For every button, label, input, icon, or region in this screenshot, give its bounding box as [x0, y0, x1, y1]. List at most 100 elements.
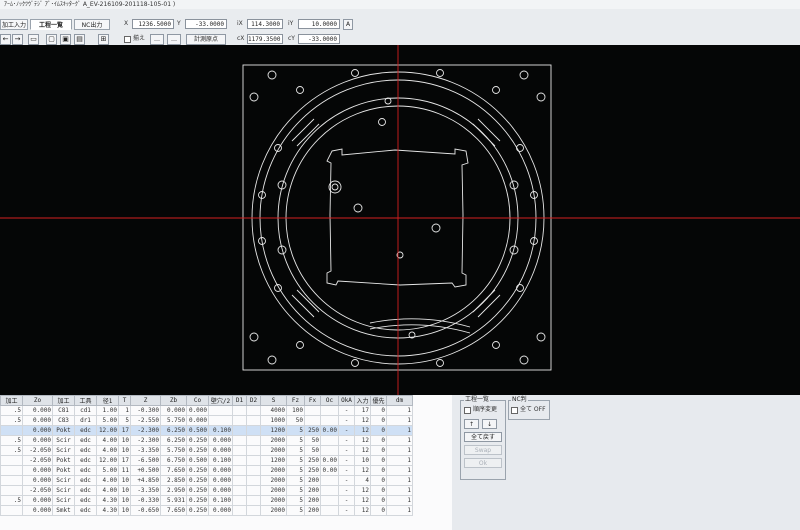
all-off-label: 全て OFF: [520, 406, 546, 413]
table-cell: -: [338, 435, 355, 446]
table-cell: C83: [52, 415, 75, 426]
column-header[interactable]: Z: [130, 395, 161, 406]
align-checkbox[interactable]: [124, 36, 131, 43]
table-cell: 200: [304, 505, 321, 516]
column-header[interactable]: D1: [232, 395, 247, 406]
process-table-area: 加工 Zo 加工 工具 径1 T Z Zb Co 壁穴/2 D1 D2 S Fz Fx Oc OkA 入力 優先 dm…: [0, 395, 452, 530]
table-cell: 250: [304, 455, 321, 466]
table-row[interactable]: 0.000 Pokt edc 12.00 17 -2.300 6.250 0.500 0.100…: [0, 425, 413, 436]
cad-drawing: [0, 45, 800, 395]
ok-button[interactable]: Ok: [464, 458, 502, 468]
move-up-button[interactable]: ↑: [464, 419, 479, 429]
tab-process-input[interactable]: 加工入力: [0, 19, 28, 30]
table-row[interactable]: 0.000 Smkt edc 4.30 10 -0.650 7.650 0.250 0.000 2…: [0, 505, 413, 516]
table-cell: edc: [74, 465, 97, 476]
return-all-button[interactable]: 全て戻す: [464, 432, 502, 442]
arrow-right-icon[interactable]: →: [12, 34, 23, 45]
toolbar-button-1[interactable]: …: [150, 34, 164, 45]
table-cell: 12: [354, 465, 371, 476]
column-header[interactable]: Fx: [304, 395, 321, 406]
cx-label: cX: [237, 35, 245, 42]
column-header[interactable]: 壁穴/2: [208, 395, 233, 406]
tab-nc-output[interactable]: NC出力: [74, 19, 110, 30]
iy-field[interactable]: 10.0000: [298, 19, 340, 29]
column-header[interactable]: 入力: [354, 395, 371, 406]
all-off-checkbox[interactable]: [511, 407, 518, 414]
column-header[interactable]: OkA: [338, 395, 355, 406]
arrow-left-icon[interactable]: ←: [0, 34, 11, 45]
cad-canvas[interactable]: [0, 45, 800, 395]
column-header[interactable]: 工具: [74, 395, 97, 406]
column-header[interactable]: S: [260, 395, 287, 406]
column-header[interactable]: 加工: [52, 395, 75, 406]
table-cell: [320, 405, 339, 416]
table-cell: 17: [354, 405, 371, 416]
table-cell: 12: [354, 505, 371, 516]
table-cell: [246, 475, 261, 486]
column-header[interactable]: Zo: [22, 395, 53, 406]
order-change-checkbox[interactable]: [464, 407, 471, 414]
table-cell: 0.00: [320, 455, 339, 466]
table-cell: 6.750: [160, 455, 187, 466]
table-cell: 1: [386, 495, 413, 506]
table-cell: 0.000: [22, 475, 53, 486]
column-header[interactable]: T: [118, 395, 131, 406]
move-down-button[interactable]: ↓: [482, 419, 497, 429]
table-row[interactable]: .5 0.000 Scir edc 4.30 10 -0.330 5.931 0.250 0.10…: [0, 495, 413, 506]
tab-process-list[interactable]: 工程一覧: [30, 19, 72, 30]
column-header[interactable]: Fz: [286, 395, 305, 406]
table-cell: -: [338, 505, 355, 516]
cy-field[interactable]: -33.0000: [298, 34, 340, 44]
page-1-icon[interactable]: ▢: [46, 34, 57, 45]
column-header[interactable]: Oc: [320, 395, 339, 406]
table-row[interactable]: 0.000 Scir edc 4.00 10 +4.850 2.850 0.250 0.000 2…: [0, 475, 413, 486]
table-row[interactable]: .5 -2.050 Scir edc 4.00 10 -3.350 5.750 0.250 0.0…: [0, 445, 413, 456]
cx-field[interactable]: 1179.3500: [247, 34, 283, 44]
table-cell: 2000: [260, 485, 287, 496]
table-cell: cd1: [74, 405, 97, 416]
grid-icon[interactable]: ⊞: [98, 34, 109, 45]
table-cell: -: [338, 445, 355, 456]
ix-field[interactable]: 114.3000: [247, 19, 283, 29]
table-cell: [320, 485, 339, 496]
table-cell: edc: [74, 425, 97, 436]
column-header[interactable]: 径1: [96, 395, 119, 406]
table-row[interactable]: .5 0.000 C81 cd1 1.00 1 -0.300 0.000 0.000 4000 10…: [0, 405, 413, 416]
table-cell: 0.500: [186, 425, 209, 436]
page-2-icon[interactable]: ▣: [60, 34, 71, 45]
y-field[interactable]: -33.0000: [185, 19, 227, 29]
table-cell: Scir: [52, 495, 75, 506]
table-row[interactable]: -2.050 Pokt edc 12.00 17 -6.500 6.750 0.500 0.10…: [0, 455, 413, 466]
column-header[interactable]: dm: [386, 395, 413, 406]
toolbar-button-2[interactable]: …: [167, 34, 181, 45]
measure-origin-button[interactable]: 計測原点: [186, 34, 226, 45]
table-row[interactable]: -2.050 Scir edc 4.00 10 -3.350 2.950 0.250 0.000…: [0, 485, 413, 496]
a-button[interactable]: A: [343, 19, 353, 30]
table-cell: [246, 495, 261, 506]
column-header[interactable]: D2: [246, 395, 261, 406]
rectangle-icon[interactable]: ▭: [28, 34, 39, 45]
table-row[interactable]: 0.000 Pokt edc 5.00 11 +0.500 7.650 0.250 0.000 2…: [0, 465, 413, 476]
table-cell: 0.000: [22, 405, 53, 416]
x-label: X: [124, 20, 129, 27]
x-field[interactable]: 1236.5000: [132, 19, 174, 29]
table-cell: [208, 415, 233, 426]
table-cell: [246, 505, 261, 516]
table-row[interactable]: .5 0.000 C83 dr1 5.00 5 -2.550 5.750 0.000 1000 50…: [0, 415, 413, 426]
table-cell: 6.250: [160, 435, 187, 446]
column-header[interactable]: 優先: [370, 395, 387, 406]
table-cell: -3.350: [130, 445, 161, 456]
table-cell: 5: [286, 505, 305, 516]
column-header[interactable]: Zb: [160, 395, 187, 406]
swap-button[interactable]: Swap: [464, 445, 502, 455]
column-header[interactable]: 加工: [0, 395, 23, 406]
table-row[interactable]: .5 0.000 Scir edc 4.00 10 -2.300 6.250 0.250 0.00…: [0, 435, 413, 446]
table-cell: 4.00: [96, 485, 119, 496]
table-cell: 0.000: [22, 505, 53, 516]
column-header[interactable]: Co: [186, 395, 209, 406]
table-cell: 5.00: [96, 415, 119, 426]
page-3-icon[interactable]: ▤: [74, 34, 85, 45]
cy-label: cY: [288, 35, 295, 42]
table-cell: 1: [386, 485, 413, 496]
table-cell: 11: [118, 465, 131, 476]
